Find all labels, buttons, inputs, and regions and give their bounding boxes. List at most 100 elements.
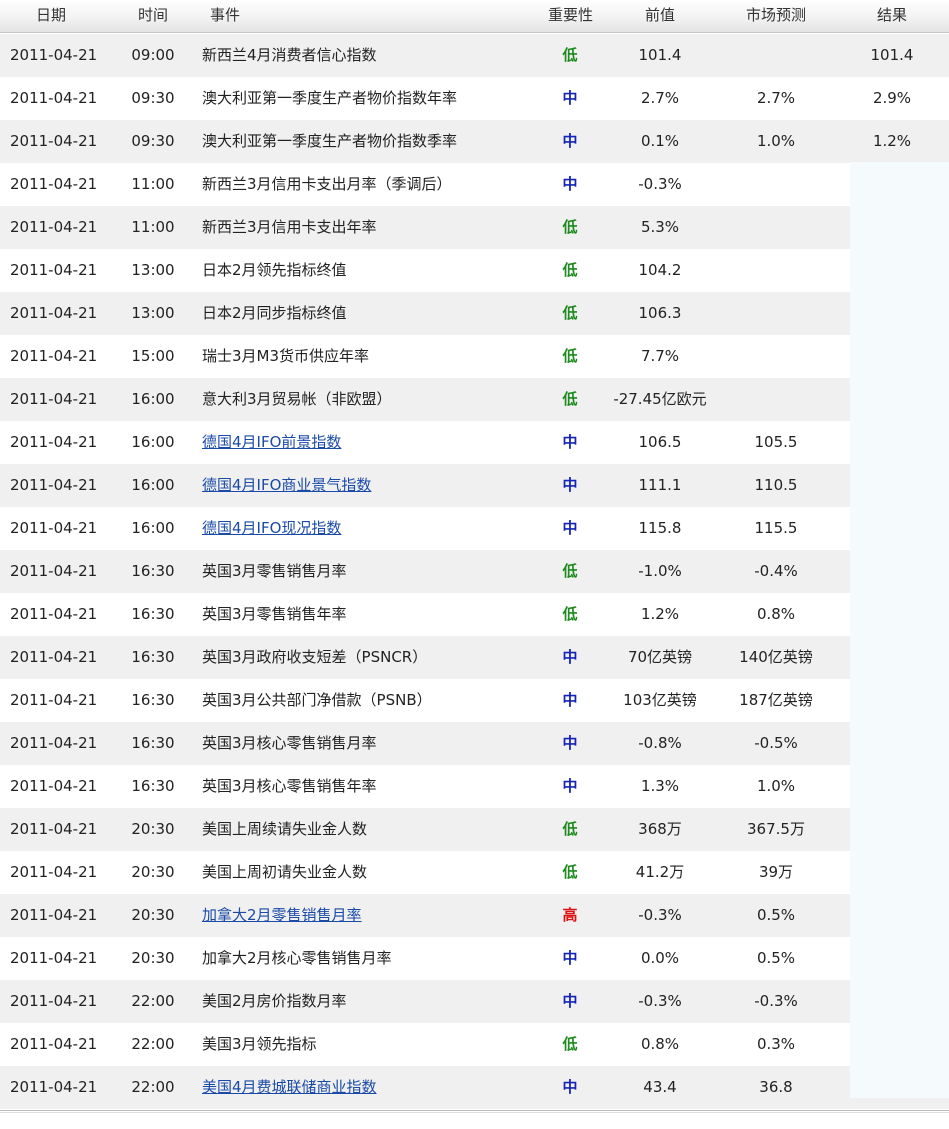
cell-importance: 低 <box>562 605 578 623</box>
cell-event: 美国4月费城联储商业指数 <box>202 1066 542 1109</box>
table-row: 2011-04-21 20:30 加拿大2月核心零售销售月率 中 0.0% 0.5% <box>0 937 949 980</box>
header-forecast: 市场预测 <box>745 6 806 24</box>
table-header: 日期 时间 事件 重要性 前值 市场预测 结果 <box>0 0 949 33</box>
table-row: 2011-04-21 20:30 美国上周续请失业金人数 低 368万 367.5万 <box>0 808 949 851</box>
cell-event: 澳大利亚第一季度生产者物价指数年率 <box>202 89 458 107</box>
cell-previous: 368万 <box>638 820 682 838</box>
cell-forecast: 1.0% <box>756 777 796 795</box>
cell-date: 2011-04-21 <box>10 304 98 322</box>
cell-previous: 43.4 <box>643 1078 677 1096</box>
cell-date: 2011-04-21 <box>10 519 98 537</box>
cell-forecast: 105.5 <box>754 433 798 451</box>
cell-forecast: 0.5% <box>756 949 796 967</box>
cell-previous: -27.45亿欧元 <box>613 390 707 408</box>
cell-forecast: 1.0% <box>756 132 796 150</box>
cell-forecast: 2.7% <box>756 89 796 107</box>
cell-date: 2011-04-21 <box>10 691 98 709</box>
cell-time: 11:00 <box>131 175 175 193</box>
cell-time: 16:30 <box>131 734 175 752</box>
cell-importance: 低 <box>562 261 578 279</box>
table-row: 2011-04-21 16:00 德国4月IFO商业景气指数 中 111.1 110.5 <box>0 464 949 507</box>
cell-time: 16:00 <box>131 433 175 451</box>
cell-importance: 中 <box>562 175 578 193</box>
cell-forecast <box>716 163 836 206</box>
cell-previous: 5.3% <box>640 218 680 236</box>
cell-previous: 104.2 <box>638 261 682 279</box>
event-link[interactable]: 德国4月IFO商业景气指数 <box>202 476 371 494</box>
header-event: 事件 <box>210 6 241 24</box>
table-row: 2011-04-21 20:30 加拿大2月零售销售月率 高 -0.3% 0.5% <box>0 894 949 937</box>
cell-date: 2011-04-21 <box>10 734 98 752</box>
table-row: 2011-04-21 16:00 德国4月IFO现况指数 中 115.8 115.5 <box>0 507 949 550</box>
cell-importance: 低 <box>562 1035 578 1053</box>
table-row: 2011-04-21 15:00 瑞士3月M3货币供应年率 低 7.7% <box>0 335 949 378</box>
cell-event: 日本2月领先指标终值 <box>202 261 347 279</box>
cell-previous: 7.7% <box>640 347 680 365</box>
cell-result: 101.4 <box>870 46 914 64</box>
cell-event: 英国3月核心零售销售月率 <box>202 734 377 752</box>
cell-time: 20:30 <box>131 863 175 881</box>
cell-previous: -0.3% <box>638 906 682 924</box>
cell-date: 2011-04-21 <box>10 1035 98 1053</box>
cell-forecast <box>716 292 836 335</box>
cell-date: 2011-04-21 <box>10 820 98 838</box>
table-row: 2011-04-21 20:30 美国上周初请失业金人数 低 41.2万 39万 <box>0 851 949 894</box>
cell-previous: 70亿英镑 <box>627 648 693 666</box>
cell-event: 英国3月公共部门净借款（PSNB） <box>202 691 432 709</box>
result-column-panel <box>850 162 949 1098</box>
event-link[interactable]: 德国4月IFO现况指数 <box>202 519 341 537</box>
cell-forecast: 115.5 <box>754 519 798 537</box>
table-row: 2011-04-21 16:30 英国3月零售销售年率 低 1.2% 0.8% <box>0 593 949 636</box>
event-link[interactable]: 德国4月IFO前景指数 <box>202 433 341 451</box>
cell-date: 2011-04-21 <box>10 1078 98 1096</box>
cell-importance: 中 <box>562 519 578 537</box>
cell-time: 16:00 <box>131 390 175 408</box>
cell-previous: 103亿英镑 <box>623 691 697 709</box>
cell-importance: 中 <box>562 777 578 795</box>
cell-time: 11:00 <box>131 218 175 236</box>
cell-forecast: 39万 <box>758 863 794 881</box>
cell-time: 16:30 <box>131 648 175 666</box>
cell-event: 美国3月领先指标 <box>202 1035 317 1053</box>
cell-event: 加拿大2月零售销售月率 <box>202 894 542 937</box>
economic-calendar: 日期 时间 事件 重要性 前值 市场预测 结果 2011-04-21 09:00 新… <box>0 0 949 1129</box>
cell-forecast: 187亿英镑 <box>739 691 813 709</box>
cell-date: 2011-04-21 <box>10 132 98 150</box>
cell-time: 20:30 <box>131 820 175 838</box>
cell-forecast <box>716 249 836 292</box>
cell-previous: 0.0% <box>640 949 680 967</box>
cell-date: 2011-04-21 <box>10 777 98 795</box>
cell-time: 13:00 <box>131 304 175 322</box>
cell-previous: -0.3% <box>638 175 682 193</box>
cell-time: 09:00 <box>131 46 175 64</box>
table-row: 2011-04-21 16:30 英国3月核心零售销售月率 中 -0.8% -0.5% <box>0 722 949 765</box>
event-link[interactable]: 加拿大2月零售销售月率 <box>202 906 362 924</box>
cell-date: 2011-04-21 <box>10 390 98 408</box>
cell-event: 德国4月IFO商业景气指数 <box>202 464 542 507</box>
header-importance: 重要性 <box>548 6 594 24</box>
cell-event: 美国2月房价指数月率 <box>202 992 347 1010</box>
cell-forecast: 36.8 <box>759 1078 793 1096</box>
table-row: 2011-04-21 16:30 英国3月政府收支短差（PSNCR） 中 70亿英镑 14… <box>0 636 949 679</box>
table-row: 2011-04-21 11:00 新西兰3月信用卡支出年率 低 5.3% <box>0 206 949 249</box>
cell-time: 22:00 <box>131 1078 175 1096</box>
cell-event: 德国4月IFO现况指数 <box>202 507 542 550</box>
cell-time: 20:30 <box>131 906 175 924</box>
cell-forecast: -0.3% <box>754 992 798 1010</box>
table-row: 2011-04-21 16:00 德国4月IFO前景指数 中 106.5 105.5 <box>0 421 949 464</box>
cell-event: 英国3月政府收支短差（PSNCR） <box>202 648 428 666</box>
cell-event: 德国4月IFO前景指数 <box>202 421 542 464</box>
cell-forecast <box>716 335 836 378</box>
cell-time: 16:00 <box>131 519 175 537</box>
cell-previous: -0.3% <box>638 992 682 1010</box>
cell-previous: 101.4 <box>638 46 682 64</box>
cell-date: 2011-04-21 <box>10 433 98 451</box>
cell-importance: 低 <box>562 863 578 881</box>
cell-previous: -0.8% <box>638 734 682 752</box>
event-link[interactable]: 美国4月费城联储商业指数 <box>202 1078 377 1096</box>
cell-forecast: -0.5% <box>754 734 798 752</box>
cell-event: 英国3月零售销售月率 <box>202 562 347 580</box>
cell-importance: 中 <box>562 433 578 451</box>
cell-event: 瑞士3月M3货币供应年率 <box>202 347 370 365</box>
cell-result: 1.2% <box>872 132 912 150</box>
